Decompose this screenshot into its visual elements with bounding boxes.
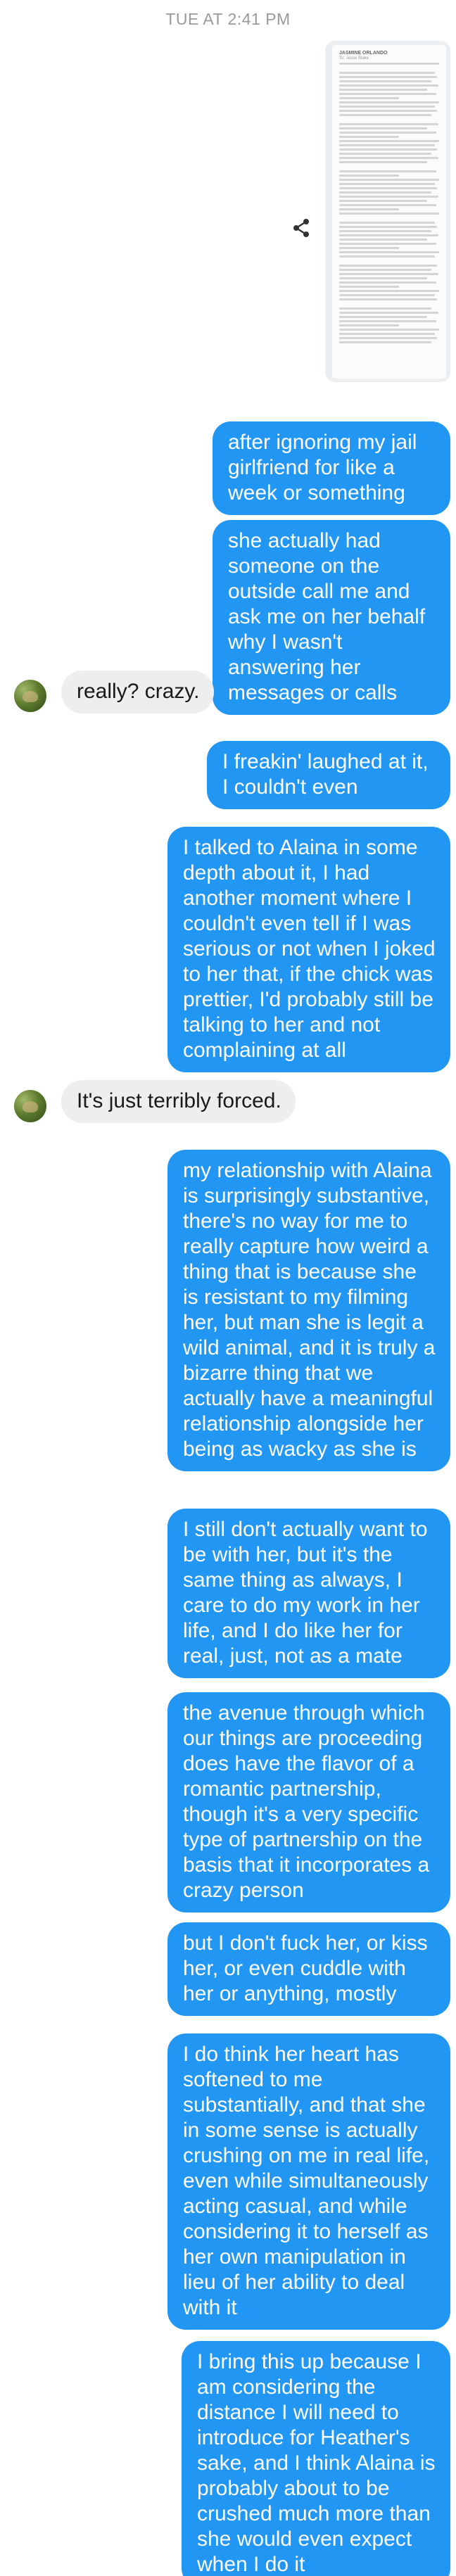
letter-text-line	[339, 222, 436, 224]
conversation-timestamp: TUE AT 2:41 PM	[165, 10, 291, 28]
letter-text-line	[339, 153, 431, 155]
letter-text-line	[339, 72, 436, 74]
letter-text-line	[339, 294, 436, 296]
sent-message[interactable]: I bring this up because I am considering…	[182, 2341, 450, 2576]
letter-text-line	[339, 234, 438, 236]
letter-text-line	[339, 320, 436, 322]
letter-text-line	[339, 127, 427, 129]
letter-text-line	[339, 110, 438, 112]
sent-message[interactable]: my relationship with Alaina is surprisin…	[167, 1150, 450, 1471]
letter-text-line	[339, 324, 400, 326]
letter-text-line	[339, 101, 439, 103]
letter-text-line	[339, 329, 439, 331]
share-button[interactable]	[287, 214, 315, 242]
attachment-sender: JASMINE ORLANDO	[339, 51, 388, 56]
letter-text-line	[339, 123, 438, 125]
letter-text-line	[339, 80, 431, 82]
letter-text-line	[339, 333, 436, 335]
sent-message[interactable]: after ignoring my jail girlfriend for li…	[213, 421, 450, 515]
sent-message[interactable]: I talked to Alaina in some depth about i…	[167, 827, 450, 1072]
share-icon	[293, 219, 309, 237]
letter-text-line	[339, 243, 436, 245]
letter-text-line	[339, 226, 438, 228]
letter-text-line	[339, 183, 436, 185]
letter-text-line	[339, 273, 438, 275]
letter-text-line	[339, 281, 436, 284]
received-message[interactable]: It's just terribly forced.	[61, 1080, 296, 1123]
letter-text-line	[339, 230, 431, 232]
letter-text-line	[339, 191, 431, 193]
image-attachment[interactable]: JASMINE ORLANDO To: Jesse Blake	[325, 41, 450, 382]
sent-message[interactable]: I do think her heart has softened to me …	[167, 2033, 450, 2330]
sent-message[interactable]: I freakin' laughed at it, I couldn't eve…	[207, 741, 450, 809]
letter-text-line	[339, 179, 439, 181]
sent-message[interactable]: she actually had someone on the outside …	[213, 520, 450, 715]
letter-text-line	[339, 239, 427, 241]
letter-text-line	[339, 93, 436, 95]
letter-text-line	[339, 84, 438, 87]
letter-text-line	[339, 290, 439, 292]
letter-text-line	[339, 106, 436, 108]
attachment-recipient: To: Jesse Blake	[339, 56, 369, 61]
letter-text-line	[339, 170, 436, 172]
letter-text-line	[339, 144, 436, 146]
letter-text-line	[339, 337, 438, 339]
letter-text-line	[339, 341, 431, 343]
contact-avatar[interactable]	[14, 1090, 46, 1122]
letter-text-line	[339, 265, 438, 267]
letter-preview: JASMINE ORLANDO To: Jesse Blake	[332, 45, 446, 379]
sent-message[interactable]: the avenue through which our things are …	[167, 1692, 450, 1912]
sent-message[interactable]: I still don't actually want to be with h…	[167, 1509, 450, 1678]
received-message[interactable]: really? crazy.	[61, 671, 214, 713]
letter-text-line	[339, 251, 439, 253]
letter-text-line	[339, 140, 439, 142]
letter-text-line	[339, 148, 438, 151]
letter-text-line	[339, 269, 431, 271]
letter-text-line	[339, 204, 436, 206]
letter-text-line	[339, 286, 400, 288]
letter-text-line	[339, 76, 438, 78]
letter-text-line	[339, 136, 400, 138]
letter-text-line	[339, 208, 400, 210]
letter-text-line	[339, 196, 438, 198]
letter-text-line	[339, 307, 431, 310]
letter-text-line	[339, 97, 400, 99]
sent-message[interactable]: but I don't fuck her, or kiss her, or ev…	[167, 1922, 450, 2016]
letter-text-line	[339, 316, 427, 318]
contact-avatar[interactable]	[14, 680, 46, 712]
letter-text-line	[339, 175, 400, 177]
letter-text-line	[339, 132, 436, 134]
letter-text-line	[339, 200, 427, 202]
letter-text-line	[339, 187, 438, 189]
letter-text-line	[339, 312, 438, 314]
letter-text-line	[339, 157, 438, 159]
letter-text-line	[339, 89, 427, 91]
letter-text-line	[339, 247, 400, 249]
letter-text-line	[339, 277, 427, 279]
